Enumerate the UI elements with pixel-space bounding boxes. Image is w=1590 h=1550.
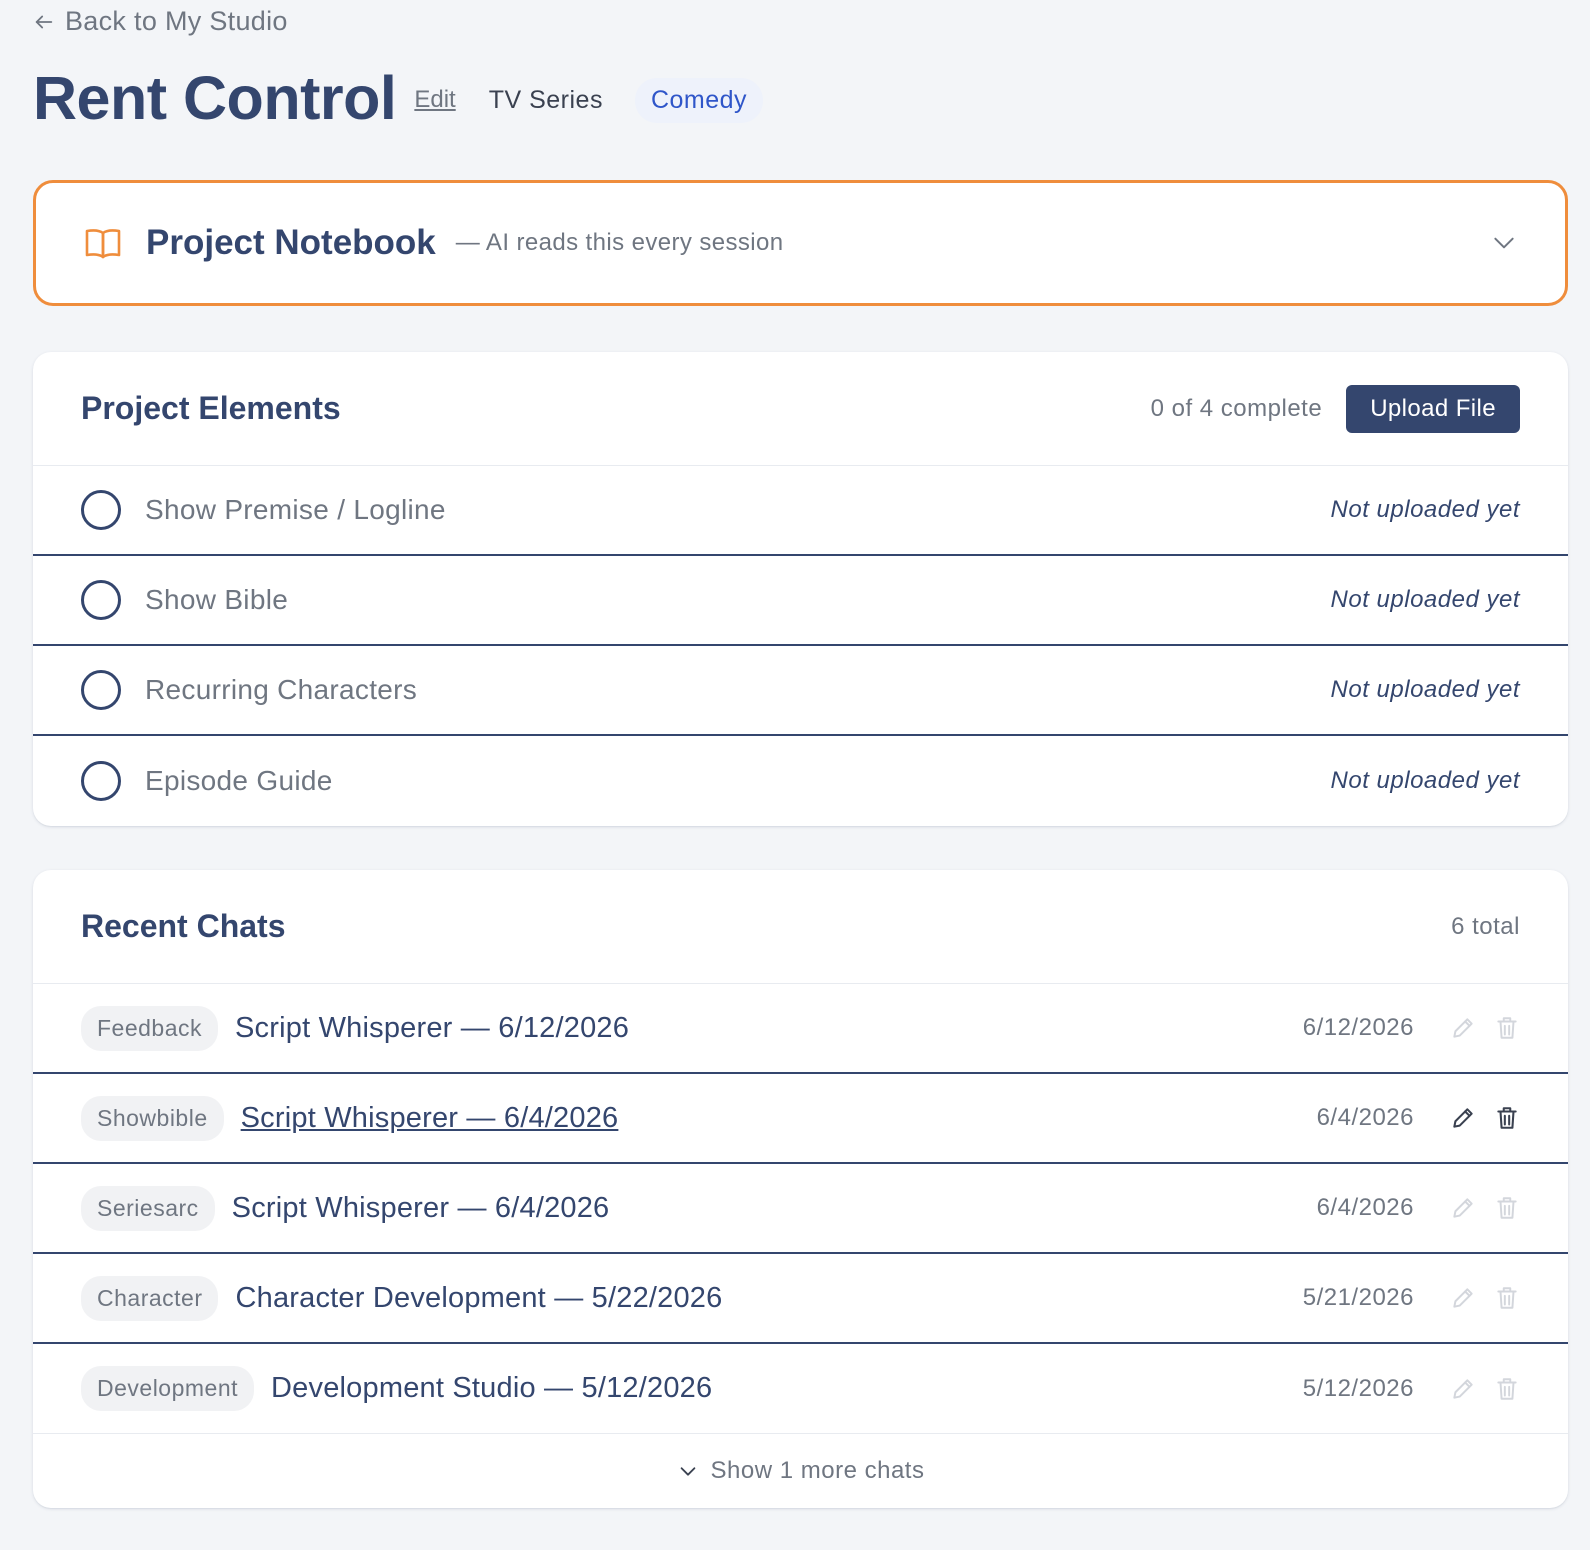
pencil-icon[interactable] — [1450, 1015, 1476, 1041]
page-title: Rent Control — [33, 64, 397, 132]
chat-title-link[interactable]: Development Studio — 5/12/2026 — [271, 1372, 712, 1405]
chat-row[interactable]: Feedback Script Whisperer — 6/12/2026 6/… — [33, 984, 1568, 1074]
project-page: Back to My Studio Rent Control Edit TV S… — [0, 0, 1590, 1550]
element-name: Show Premise / Logline — [145, 494, 446, 525]
project-elements-header: Project Elements 0 of 4 complete Upload … — [33, 352, 1568, 466]
chat-tag: Character — [81, 1275, 219, 1321]
chats-total: 6 total — [1451, 912, 1520, 940]
trash-icon[interactable] — [1494, 1376, 1520, 1402]
element-status: Not uploaded yet — [1330, 676, 1520, 703]
chat-row[interactable]: Development Development Studio — 5/12/20… — [33, 1344, 1568, 1434]
recent-chats-header: Recent Chats 6 total — [33, 870, 1568, 984]
chat-title-link[interactable]: Character Development — 5/22/2026 — [235, 1282, 722, 1315]
empty-circle-icon — [81, 580, 121, 620]
trash-icon[interactable] — [1494, 1015, 1520, 1041]
show-more-label: Show 1 more chats — [710, 1457, 925, 1484]
chat-date: 6/12/2026 — [1302, 1014, 1414, 1041]
trash-icon[interactable] — [1494, 1195, 1520, 1221]
project-notebook-toggle[interactable]: Project Notebook — AI reads this every s… — [33, 180, 1568, 306]
chat-date: 6/4/2026 — [1316, 1104, 1414, 1131]
project-type: TV Series — [488, 85, 603, 114]
chat-row[interactable]: Character Character Development — 5/22/2… — [33, 1254, 1568, 1344]
element-row[interactable]: Recurring Characters Not uploaded yet — [33, 646, 1568, 736]
book-open-icon — [85, 229, 121, 259]
pencil-icon[interactable] — [1450, 1285, 1476, 1311]
recent-chats-title: Recent Chats — [81, 908, 286, 944]
project-header: Rent Control Edit TV Series Comedy — [33, 62, 764, 134]
empty-circle-icon — [81, 490, 121, 530]
chevron-down-icon[interactable] — [1491, 230, 1517, 256]
element-row[interactable]: Show Bible Not uploaded yet — [33, 556, 1568, 646]
chat-tag: Showbible — [81, 1095, 224, 1141]
chat-row[interactable]: Showbible Script Whisperer — 6/4/2026 6/… — [33, 1074, 1568, 1164]
project-elements-title: Project Elements — [81, 390, 341, 426]
empty-circle-icon — [81, 670, 121, 710]
chat-tag: Feedback — [81, 1005, 219, 1051]
chat-tag: Seriesarc — [81, 1185, 215, 1231]
notebook-title: Project Notebook — [146, 223, 436, 262]
recent-chats-card: Recent Chats 6 total Feedback Script Whi… — [33, 870, 1568, 1508]
project-elements-card: Project Elements 0 of 4 complete Upload … — [33, 352, 1568, 826]
chat-date: 6/4/2026 — [1316, 1194, 1414, 1221]
element-status: Not uploaded yet — [1330, 586, 1520, 613]
elements-progress: 0 of 4 complete — [1150, 394, 1323, 422]
back-link-label: Back to My Studio — [65, 6, 288, 36]
element-row[interactable]: Episode Guide Not uploaded yet — [33, 736, 1568, 826]
element-status: Not uploaded yet — [1330, 767, 1520, 794]
element-name: Episode Guide — [145, 765, 333, 796]
back-link[interactable]: Back to My Studio — [33, 6, 288, 37]
chevron-down-icon — [680, 1467, 695, 1476]
trash-icon[interactable] — [1494, 1285, 1520, 1311]
genre-badge: Comedy — [634, 77, 764, 123]
empty-circle-icon — [81, 761, 121, 801]
element-name: Recurring Characters — [145, 674, 418, 705]
element-row[interactable]: Show Premise / Logline Not uploaded yet — [33, 466, 1568, 556]
chat-title-link[interactable]: Script Whisperer — 6/4/2026 — [232, 1192, 610, 1225]
edit-link[interactable]: Edit — [414, 86, 455, 114]
chat-row[interactable]: Seriesarc Script Whisperer — 6/4/2026 6/… — [33, 1164, 1568, 1254]
chat-tag: Development — [81, 1366, 255, 1411]
pencil-icon[interactable] — [1450, 1105, 1476, 1131]
element-status: Not uploaded yet — [1330, 496, 1520, 523]
chat-title-link[interactable]: Script Whisperer — 6/12/2026 — [235, 1012, 629, 1045]
show-more-chats-button[interactable]: Show 1 more chats — [33, 1434, 1568, 1508]
chat-date: 5/21/2026 — [1302, 1284, 1414, 1311]
arrow-left-icon — [35, 15, 53, 28]
notebook-subtitle: — AI reads this every session — [455, 229, 784, 256]
upload-file-button[interactable]: Upload File — [1346, 384, 1520, 433]
chat-date: 5/12/2026 — [1302, 1374, 1414, 1402]
chat-title-link[interactable]: Script Whisperer — 6/4/2026 — [241, 1102, 619, 1135]
pencil-icon[interactable] — [1450, 1376, 1476, 1402]
trash-icon[interactable] — [1494, 1105, 1520, 1131]
pencil-icon[interactable] — [1450, 1195, 1476, 1221]
element-name: Show Bible — [145, 584, 289, 615]
